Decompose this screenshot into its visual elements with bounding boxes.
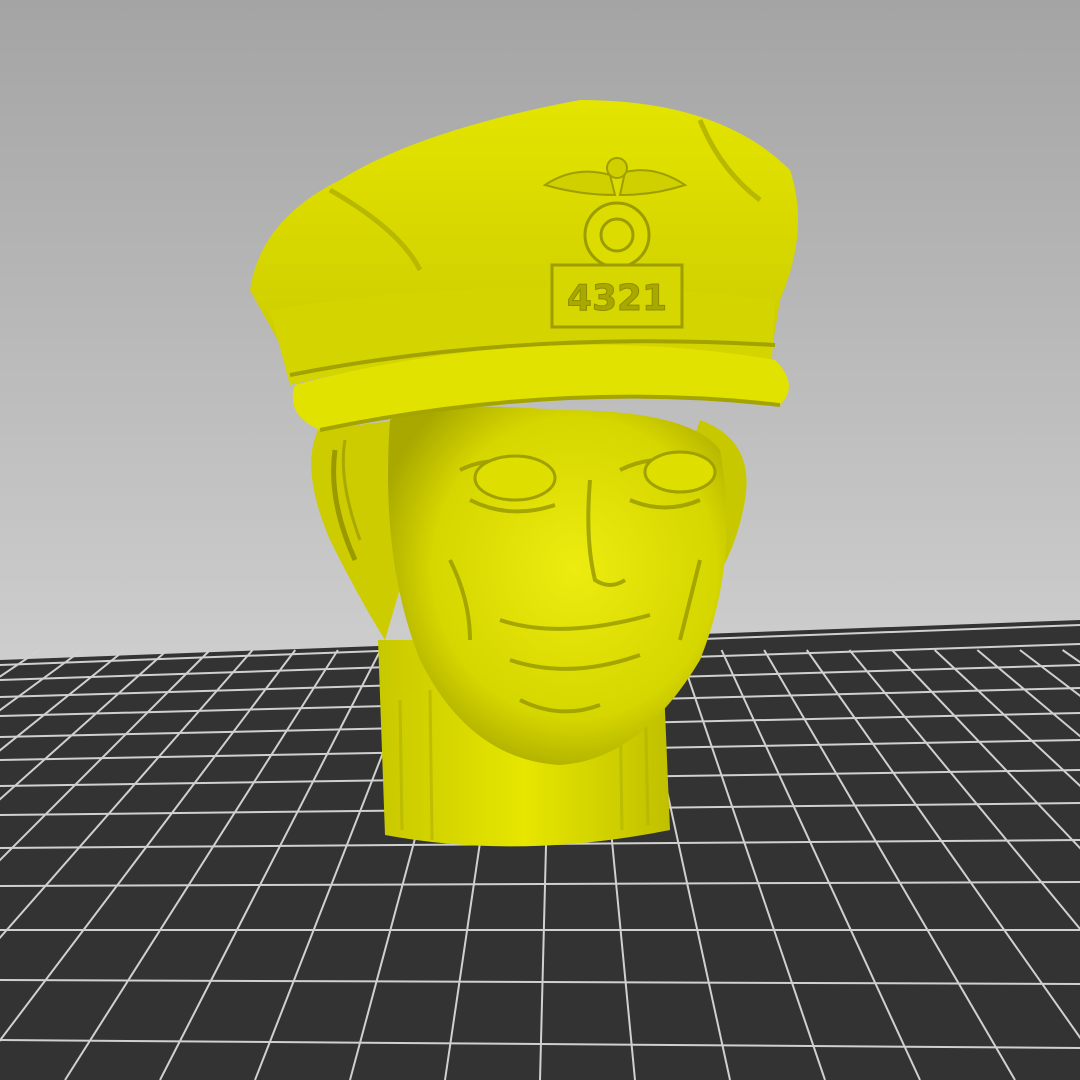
model-badge-plate: 4321 [550,263,684,329]
model-left-eye [473,454,557,502]
model-badge-number: 4321 [567,278,667,319]
model-cockade [583,201,651,269]
model-right-eye [643,450,717,494]
3d-viewport[interactable]: 4321 [0,0,1080,1080]
scene-canvas[interactable]: 4321 [0,0,1080,1080]
